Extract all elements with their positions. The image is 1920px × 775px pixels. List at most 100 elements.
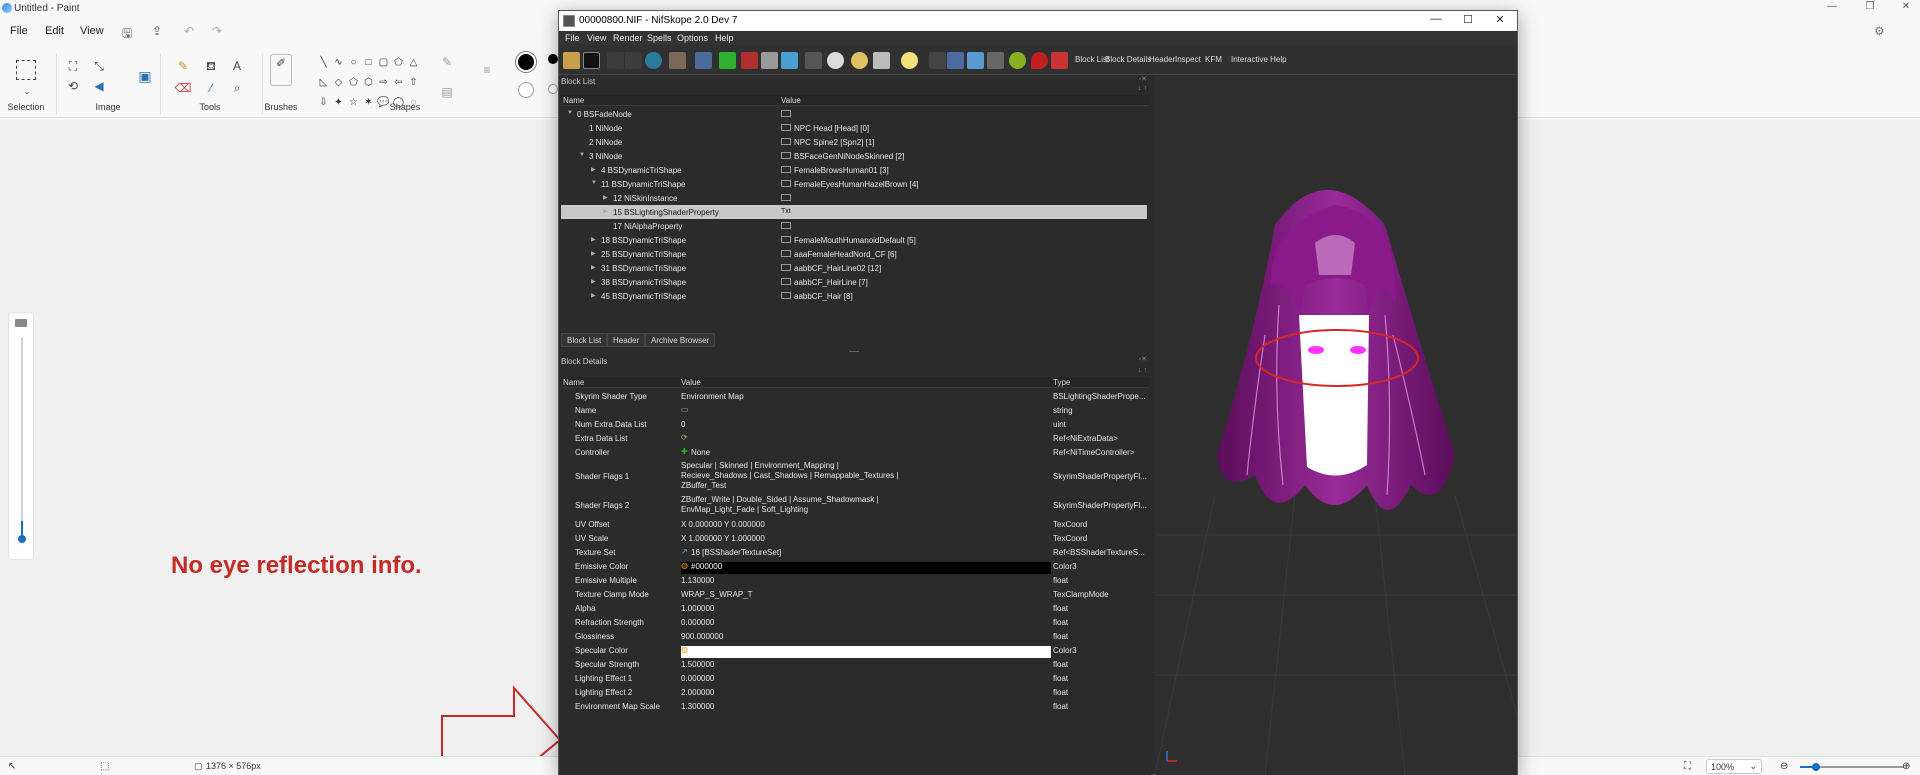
detail-row[interactable]: Extra Data List ⟳ Ref<NiExtraData> bbox=[561, 431, 1147, 445]
detail-row[interactable]: Specular Color ◍ Color3 bbox=[561, 643, 1147, 658]
field-value[interactable]: 1.130000 bbox=[681, 576, 714, 585]
view-flip-icon[interactable] bbox=[781, 52, 798, 69]
collapsed-arrow-icon[interactable]: ▶ bbox=[591, 292, 596, 299]
detail-row[interactable]: Emissive Color ◍ #000000 Color3 bbox=[561, 559, 1147, 574]
texture-icon[interactable] bbox=[1009, 52, 1026, 69]
toolbar-link-kfm[interactable]: KFM bbox=[1205, 55, 1222, 64]
collapsed-arrow-icon[interactable]: ▶ bbox=[603, 194, 608, 201]
tab-block-list[interactable]: Block List bbox=[561, 333, 608, 347]
redo-icon[interactable] bbox=[625, 52, 642, 69]
lightbulb-icon[interactable] bbox=[901, 52, 918, 69]
field-value[interactable]: 1.500000 bbox=[681, 660, 714, 669]
crop-icon[interactable]: ⛶ bbox=[64, 58, 82, 74]
zoom-out-icon[interactable]: ⊖ bbox=[1780, 761, 1788, 772]
resize-icon[interactable]: ⤡ bbox=[90, 58, 108, 74]
fill-bucket-icon[interactable]: ⛾ bbox=[202, 58, 220, 74]
detail-row[interactable]: UV Offset X 0.000000 Y 0.000000 TexCoord bbox=[561, 517, 1147, 531]
block-list-row[interactable]: 17 NiAlphaProperty bbox=[561, 219, 1147, 233]
block-list-row[interactable]: ▶ 15 BSLightingShaderProperty Txt bbox=[561, 205, 1147, 219]
color2-swatch[interactable] bbox=[518, 82, 534, 98]
field-value[interactable]: 0.000000 bbox=[681, 674, 714, 683]
collapsed-arrow-icon[interactable]: ▶ bbox=[591, 264, 596, 271]
wireframe-icon[interactable] bbox=[987, 52, 1004, 69]
detail-row[interactable]: Specular Strength 1.500000 float bbox=[561, 657, 1147, 671]
block-list-row[interactable]: ▶ 4 BSDynamicTriShape FemaleBrowsHuman01 [… bbox=[561, 163, 1147, 177]
share-icon[interactable]: ⇪ bbox=[152, 24, 162, 38]
collision-icon[interactable] bbox=[1051, 52, 1068, 69]
walk-icon[interactable] bbox=[805, 52, 822, 69]
zoom-slider[interactable] bbox=[1800, 763, 1904, 771]
expanded-arrow-icon[interactable]: ▼ bbox=[567, 110, 573, 116]
menu-edit[interactable]: Edit bbox=[45, 25, 64, 37]
detail-row[interactable]: Shader Flags 2 ZBuffer_Write | Double_Sid… bbox=[561, 493, 1147, 517]
block-list-row[interactable]: ▼ 11 BSDynamicTriShape FemaleEyesHumanHaze… bbox=[561, 177, 1147, 191]
menu-view[interactable]: View bbox=[80, 25, 104, 37]
nif-menu-view[interactable]: View bbox=[587, 33, 606, 43]
view-user-icon[interactable] bbox=[761, 52, 778, 69]
nif-maximize-icon[interactable]: ☐ bbox=[1453, 13, 1483, 29]
block-list-row[interactable]: ▶ 25 BSDynamicTriShape aaaFemaleHeadNord_C… bbox=[561, 247, 1147, 261]
nif-menu-help[interactable]: Help bbox=[715, 33, 734, 43]
detail-row[interactable]: Lighting Effect 1 0.000000 float bbox=[561, 671, 1147, 685]
block-list-row[interactable]: ▶ 31 BSDynamicTriShape aabbCF_HairLine02 [… bbox=[561, 261, 1147, 275]
text-tool-icon[interactable]: A bbox=[228, 58, 246, 74]
field-value[interactable]: 16 [BSShaderTextureSet] bbox=[691, 548, 781, 557]
toolbar-link-inspect[interactable]: Inspect bbox=[1175, 55, 1201, 64]
wand-icon[interactable] bbox=[929, 52, 946, 69]
open-folder-icon[interactable] bbox=[563, 52, 580, 69]
field-value[interactable]: 900.000000 bbox=[681, 632, 723, 641]
nif-menu-options[interactable]: Options bbox=[677, 33, 708, 43]
detail-row[interactable]: Skyrim Shader Type Environment Map BSLight… bbox=[561, 389, 1147, 403]
field-value[interactable]: Environment Map bbox=[681, 392, 744, 401]
nif-menu-file[interactable]: File bbox=[565, 33, 580, 43]
close-icon[interactable]: ✕ bbox=[1894, 1, 1918, 15]
detail-row[interactable]: Alpha 1.000000 float bbox=[561, 601, 1147, 615]
nif-minimize-icon[interactable]: — bbox=[1421, 13, 1451, 29]
field-value[interactable]: 0 bbox=[681, 420, 685, 429]
dock-buttons-icon[interactable]: ▫✕ bbox=[1139, 355, 1147, 363]
tab-header[interactable]: Header bbox=[607, 333, 646, 347]
color-black-swatch[interactable] bbox=[548, 54, 558, 64]
nif-close-icon[interactable]: ✕ bbox=[1485, 13, 1515, 29]
color-picker-icon[interactable]: ⁄ bbox=[202, 80, 220, 96]
settings-gear-icon[interactable]: ⚙ bbox=[1874, 24, 1885, 38]
tree-collapse-icon[interactable]: ↓ ↑ bbox=[1138, 85, 1147, 92]
select-rect-icon[interactable] bbox=[16, 60, 36, 80]
block-list-row[interactable]: 2 NiNode NPC Spine2 [Spn2] [1] bbox=[561, 135, 1147, 149]
expanded-arrow-icon[interactable]: ▼ bbox=[591, 180, 597, 186]
toolbar-link-block-details[interactable]: Block Details bbox=[1105, 55, 1151, 64]
field-value[interactable]: #000000 bbox=[691, 562, 722, 571]
details-collapse-icon[interactable]: ↓ ↑ bbox=[1138, 367, 1147, 374]
detail-row[interactable]: Controller ✚ None Ref<NiTimeController> bbox=[561, 445, 1147, 459]
minimize-icon[interactable]: — bbox=[1820, 1, 1844, 15]
field-value[interactable]: 1.000000 bbox=[681, 604, 714, 613]
block-list-row[interactable]: ▼ 3 NiNode BSFaceGenNiNodeSkinned [2] bbox=[561, 149, 1147, 163]
toolbar-link-interactive-help[interactable]: Interactive Help bbox=[1231, 55, 1287, 64]
fill-icon[interactable]: ▤ bbox=[438, 84, 456, 100]
outline-icon[interactable]: ✎ bbox=[438, 54, 456, 70]
detail-row[interactable]: UV Scale X 1.000000 Y 1.000000 TexCoord bbox=[561, 531, 1147, 545]
detail-row[interactable]: Environment Map Scale 1.300000 float bbox=[561, 699, 1147, 713]
block-list-row[interactable]: ▶ 45 BSDynamicTriShape aabbCF_Hair [8] bbox=[561, 289, 1147, 303]
fit-icon[interactable]: ⛶ bbox=[1684, 761, 1691, 772]
select-vertex-icon[interactable] bbox=[669, 52, 686, 69]
camera-icon[interactable] bbox=[873, 52, 890, 69]
detail-row[interactable]: Lighting Effect 2 2.000000 float bbox=[561, 685, 1147, 699]
nif-menu-render[interactable]: Render bbox=[613, 33, 643, 43]
slider-thumb[interactable] bbox=[18, 535, 26, 543]
eye-alt-icon[interactable] bbox=[851, 52, 868, 69]
detail-row[interactable]: Shader Flags 1 Specular | Skinned | Envir… bbox=[561, 459, 1147, 493]
maximize-icon[interactable]: ❐ bbox=[1858, 1, 1882, 15]
collapsed-arrow-icon[interactable]: ▶ bbox=[603, 208, 608, 215]
zoom-level-select[interactable]: 100% ⌄ bbox=[1706, 759, 1762, 774]
render-viewport[interactable] bbox=[1155, 75, 1517, 775]
tab-archive-browser[interactable]: Archive Browser bbox=[645, 333, 716, 347]
shapes-gallery[interactable]: ╲ ∿ ○ □ ▢ ⬠ △ ◺ ◇ ⬠ ⬡ ⇨ ⇦ ⇧ ⇩ ✦ ☆ ✶ 💬 ◯ ◌ bbox=[316, 52, 422, 108]
collapsed-arrow-icon[interactable]: ▶ bbox=[591, 166, 596, 173]
field-value[interactable]: 1.300000 bbox=[681, 702, 714, 711]
chevron-down-icon[interactable]: ⌄ bbox=[18, 84, 36, 100]
field-value[interactable]: 0.000000 bbox=[681, 618, 714, 627]
field-value[interactable]: WRAP_S_WRAP_T bbox=[681, 590, 753, 599]
detail-row[interactable]: Texture Set ↗ 16 [BSShaderTextureSet] Ref<B… bbox=[561, 545, 1147, 559]
zoom-in-icon[interactable]: ⊕ bbox=[1902, 761, 1910, 772]
